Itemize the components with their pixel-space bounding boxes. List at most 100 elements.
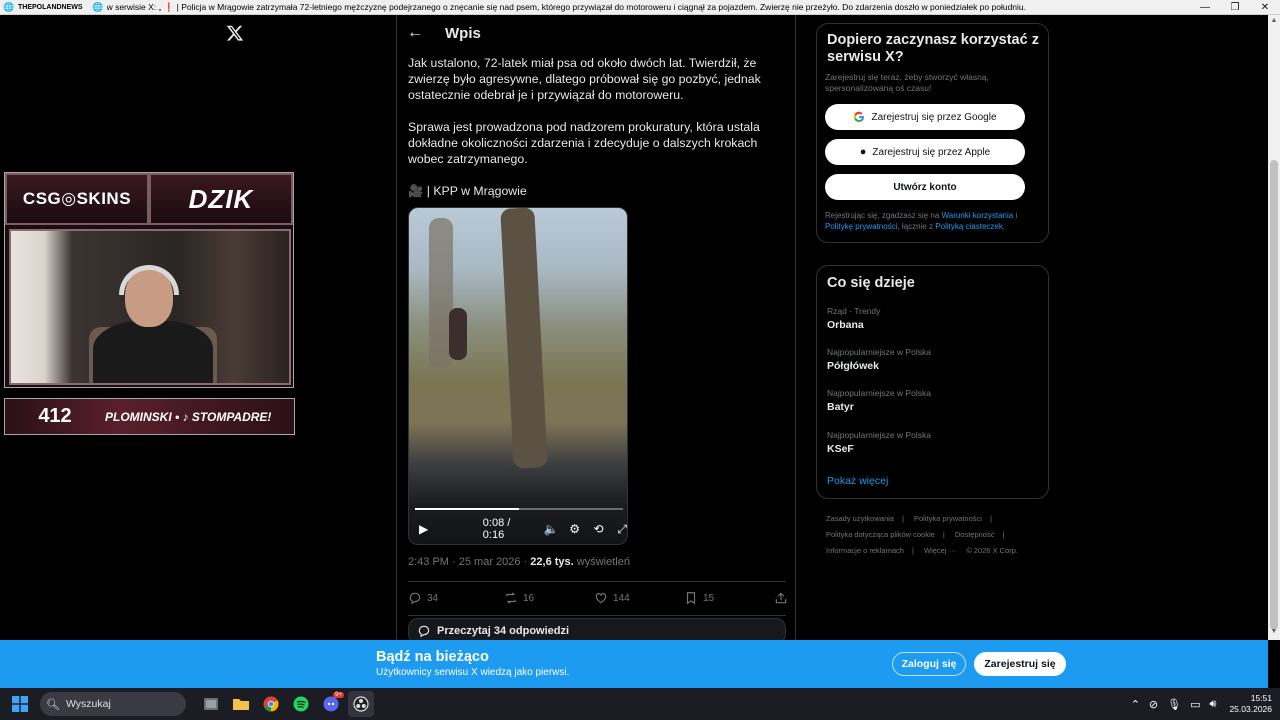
trend-item[interactable]: Najpopularniejsze w Polska Półgłówek [827,347,1037,372]
trend-item[interactable]: Najpopularniejsze w Polska Batyr [827,388,1037,413]
titlebar-site: THEPOLANDNEWS [18,3,83,11]
network-off-icon[interactable]: ⊘ [1149,698,1158,711]
privacy-link[interactable]: Politykę prywatności [825,222,897,231]
like-button[interactable]: 144 [594,591,684,605]
share-icon [775,592,787,604]
notification-badge: 9+ [333,692,344,698]
post-column: ← Wpis Jak ustalono, 72-latek miał psa o… [396,15,797,644]
speaker-icon[interactable]: 🔊︎ [1210,698,1217,711]
share-button[interactable] [774,591,788,605]
trend-item[interactable]: Rząd · Trendy Orbana [827,306,1037,331]
post-views-label: wyświetleń [573,556,630,568]
search-icon: 🔍︎ [46,698,60,711]
terms-link[interactable]: Warunki korzystania [942,211,1014,220]
post-paragraph-1: Jak ustalono, 72-latek miał psa od około… [408,56,761,102]
obs-icon[interactable] [348,691,374,717]
bookmark-icon [686,592,696,605]
post-header: ← Wpis [397,15,797,51]
footer-links: Zasady użytkowania | Polityka prywatności… [826,514,1018,555]
reply-button[interactable]: 34 [408,591,504,605]
loop-icon[interactable]: ⟲ [592,522,606,536]
footer-link[interactable]: Informacje o reklamach [826,546,904,555]
windows-start-icon[interactable] [0,688,40,720]
repost-button[interactable]: 16 [504,591,594,605]
volume-icon[interactable]: 🔈 [544,522,559,536]
stream-overlay: CSG◎SKINS DZIK [4,172,294,388]
stream-ticker: PLOMINSKI • ♪ STOMPADRE! [105,409,272,424]
stream-counter-bar: 412 PLOMINSKI • ♪ STOMPADRE! [4,398,295,435]
window-titlebar: 🌐 THEPOLANDNEWS 🌐 w serwisie X: „ ❗ | Po… [0,0,1280,15]
display-icon[interactable]: ▭ [1190,698,1200,711]
video-controls: ▶ 0:08 / 0:16 🔈 ⚙ ⟲ ⤢ [409,514,627,544]
page-title: Wpis [445,24,481,42]
stream-counter: 412 [38,405,72,427]
signup-card: Dopiero zaczynasz korzystać z serwisu X?… [816,23,1049,243]
register-button[interactable]: Zarejestruj się [974,652,1066,676]
login-banner: Bądź na bieżąco Użytkownicy serwisu X wi… [0,640,1268,688]
close-button[interactable]: ✕ [1250,2,1280,13]
taskbar: 🔍︎ Wyszukaj 9+ ⌃ ⊘ 🎙︎ ▭ 🔊︎ 15:51 25.03.2… [0,688,1280,720]
scroll-thumb[interactable] [1270,160,1278,630]
microphone-icon[interactable]: 🎙︎ [1167,698,1181,711]
reply-icon [409,592,421,605]
x-logo-icon[interactable] [226,24,244,42]
discord-icon[interactable]: 9+ [318,691,344,717]
repost-icon [506,592,516,604]
system-tray: ⌃ ⊘ 🎙︎ ▭ 🔊︎ 15:51 25.03.2026 [1131,688,1280,720]
taskbar-search[interactable]: 🔍︎ Wyszukaj [40,692,186,716]
reply-icon [418,625,430,638]
video-time: 0:08 / 0:16 [482,517,511,541]
sponsor-logo-csgoskins: CSG◎SKINS [5,173,149,225]
page-scrollbar[interactable]: ▲ ▼ [1268,15,1280,640]
show-more-link[interactable]: Pokaż więcej [827,475,888,487]
signup-title: Dopiero zaczynasz korzystać z serwisu X? [827,32,1039,65]
back-arrow-icon[interactable]: ← [407,25,423,41]
spotify-icon[interactable] [288,691,314,717]
window-title: w serwisie X: „ ❗ | Policja w Mrągowie z… [106,1,1026,12]
google-icon [854,111,865,123]
fullscreen-icon[interactable]: ⤢ [615,522,627,536]
post-actions: 34 16 144 15 [408,589,788,607]
post-paragraph-2: Sprawa jest prowadzona pod nadzorem prok… [408,120,760,166]
footer-link[interactable]: Więcej ··· [924,546,956,555]
create-account-button[interactable]: Utwórz konto [825,174,1025,200]
footer-link[interactable]: Zasady użytkowania [826,514,894,523]
globe-icon: 🌐 [91,1,104,12]
bookmark-button[interactable]: 15 [684,591,774,605]
trends-card: Co się dzieje Rząd · Trendy Orbana Najpo… [816,265,1049,499]
footer-link[interactable]: Polityka prywatności [914,514,982,523]
post-source: 🎥 | KPP w Mrągowie [408,184,527,198]
task-view-icon[interactable] [198,691,224,717]
banner-title: Bądź na bieżąco [376,649,489,665]
cookies-link[interactable]: Polityką ciasteczek [935,222,1003,231]
trend-item[interactable]: Najpopularniejsze w Polska KSeF [827,430,1037,455]
post-date[interactable]: 2:43 PM · 25 mar 2026 · [408,556,530,568]
sponsor-logo-dzik: DZIK [149,173,293,225]
signup-subtitle: Zarejestruj się teraz, żeby stworzyć wła… [825,72,989,93]
trends-title: Co się dzieje [827,275,915,291]
webcam-feed [9,229,291,385]
video-progress-bar[interactable] [415,508,623,510]
scroll-down-icon[interactable]: ▼ [1268,628,1280,638]
google-signup-button[interactable]: Zarejestruj się przez Google [825,104,1025,130]
globe-icon: 🌐 [3,1,15,12]
play-icon[interactable]: ▶ [419,522,431,536]
post-meta: 2:43 PM · 25 mar 2026 · 22,6 tys. wyświe… [408,556,630,568]
signup-legal: Rejestrując się, zgadzasz się na Warunki… [825,211,1018,231]
minimize-button[interactable]: — [1190,2,1220,13]
chrome-icon[interactable] [258,691,284,717]
scroll-up-icon[interactable]: ▲ [1268,17,1280,27]
video-player[interactable]: ▶ 0:08 / 0:16 🔈 ⚙ ⟲ ⤢ [408,207,628,545]
login-button[interactable]: Zaloguj się [892,652,966,676]
footer-link[interactable]: Polityka dotycząca plików cookie [826,530,935,539]
banner-subtitle: Użytkownicy serwisu X wiedzą jako pierws… [376,667,570,678]
apple-signup-button[interactable]: ● Zarejestruj się przez Apple [825,139,1025,165]
copyright: © 2026 X Corp. [966,546,1018,555]
footer-link[interactable]: Dostępność [955,530,995,539]
settings-gear-icon[interactable]: ⚙ [568,522,582,536]
file-explorer-icon[interactable] [228,691,254,717]
post-views: 22,6 tys. [530,556,574,568]
clock[interactable]: 15:51 25.03.2026 [1229,693,1272,715]
chevron-up-icon[interactable]: ⌃ [1131,698,1140,711]
restore-button[interactable]: ❐ [1220,2,1250,13]
